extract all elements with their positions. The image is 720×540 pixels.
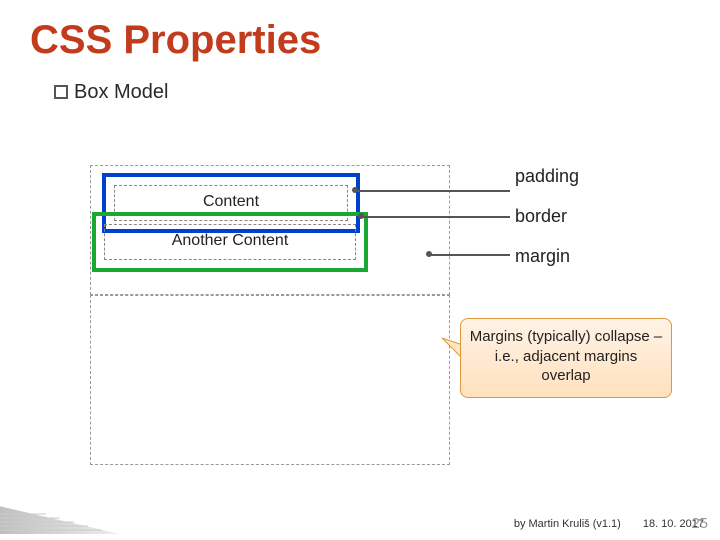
page-number: 25 [691,515,708,532]
section-label: Box Model [74,81,169,103]
decorative-wedge-icon [0,494,120,534]
leader-line-margin [430,254,510,256]
box1-content-label: Content [203,193,259,210]
callout-text: Margins (typically) collapse – i.e., adj… [470,328,663,384]
box2-content-label: Another Content [172,232,289,249]
checkbox-icon [54,85,68,99]
leader-line-border [362,216,510,218]
box2-border-box: Another Content [92,212,368,272]
label-margin: margin [515,246,570,267]
label-border: border [515,206,567,227]
box2-margin-area [90,295,450,465]
label-padding: padding [515,166,579,187]
slide-footer: by Martin Kruliš (v1.1) 18. 10. 2017 [514,518,704,530]
leader-line-padding [355,190,510,192]
footer-byline: by Martin Kruliš (v1.1) [514,518,621,530]
diagram-stage: Content Another Content padding border m… [50,160,690,490]
callout-margin-collapse: Margins (typically) collapse – i.e., adj… [460,318,672,398]
section-heading: Box Model [0,63,720,104]
box2-padding-box: Another Content [104,224,356,260]
slide-title: CSS Properties [0,0,720,63]
